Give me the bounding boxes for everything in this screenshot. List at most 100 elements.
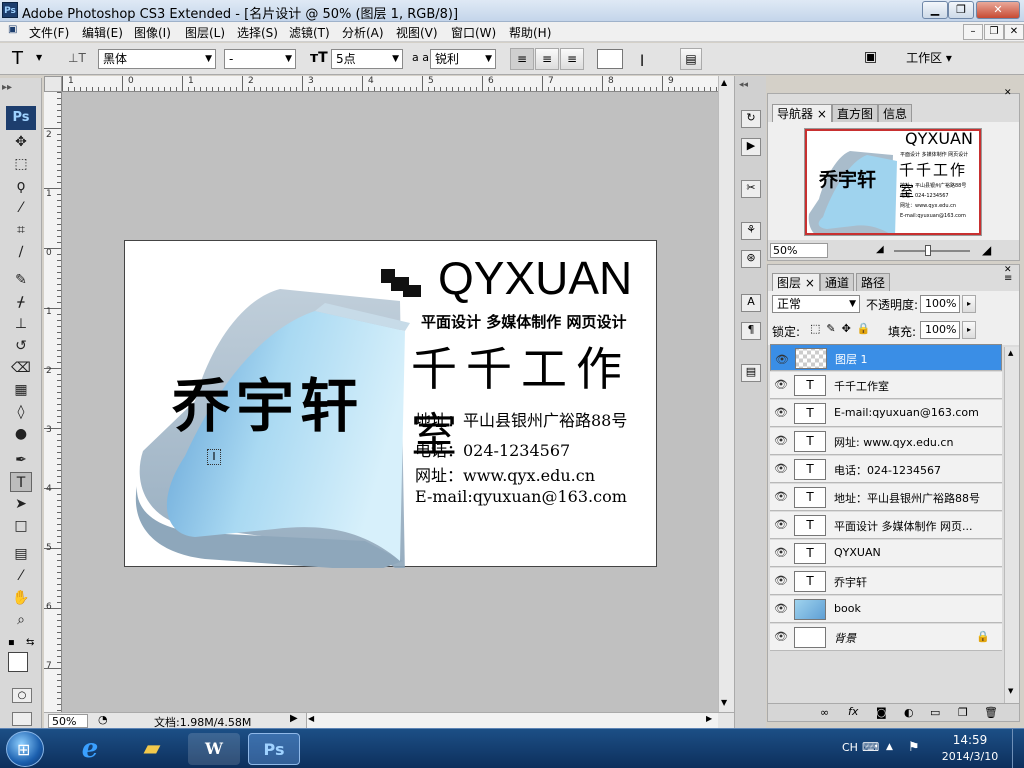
brush-tool-icon[interactable]: ᚋ bbox=[10, 292, 32, 312]
expand-arrows-icon[interactable]: ◂◂ bbox=[739, 80, 748, 90]
healing-brush-tool-icon[interactable]: ✎ bbox=[10, 270, 32, 290]
doc-menu-icon[interactable]: ▣ bbox=[8, 24, 17, 35]
doc-minimize-button[interactable]: – bbox=[963, 24, 983, 40]
antialias-select[interactable]: 锐利 ▼ bbox=[430, 49, 496, 69]
hand-tool-icon[interactable]: ✋ bbox=[10, 588, 32, 608]
layer-style-icon[interactable]: fx bbox=[848, 705, 858, 718]
clock-time[interactable]: 14:59 bbox=[940, 733, 1000, 747]
panel-menu-icon[interactable]: ≡ bbox=[1004, 273, 1012, 284]
rectangle-tool-icon[interactable]: □ bbox=[10, 516, 32, 536]
text-color-swatch[interactable] bbox=[597, 49, 623, 69]
paragraph-panel-icon[interactable]: ¶ bbox=[741, 322, 761, 340]
align-left-button[interactable]: ≡ bbox=[510, 48, 534, 70]
close-button[interactable]: ✕ bbox=[976, 1, 1020, 19]
menu-layer[interactable]: 图层(L) bbox=[185, 24, 225, 41]
brushes-panel-icon[interactable]: ⚘ bbox=[741, 222, 761, 240]
new-group-icon[interactable]: ▭ bbox=[930, 706, 940, 719]
scroll-down-icon[interactable]: ▼ bbox=[1008, 687, 1013, 695]
scroll-up-icon[interactable]: ▲ bbox=[1008, 349, 1013, 357]
menu-view[interactable]: 视图(V) bbox=[396, 24, 438, 41]
tab-paths[interactable]: 路径 bbox=[856, 273, 891, 291]
layer-row[interactable]: 👁 T 平面设计 多媒体制作 网页... bbox=[770, 512, 1002, 539]
start-button[interactable]: ⊞ bbox=[6, 731, 44, 767]
show-hidden-icons-icon[interactable]: ▲ bbox=[886, 742, 893, 752]
navigator-view-box[interactable] bbox=[805, 129, 981, 235]
layer-row[interactable]: 👁 T 乔宇轩 bbox=[770, 568, 1002, 595]
tab-histogram[interactable]: 直方图 bbox=[832, 104, 879, 122]
menu-image[interactable]: 图像(I) bbox=[134, 24, 171, 41]
layer-row[interactable]: 👁 T 电话：024-1234567 bbox=[770, 456, 1002, 483]
horizontal-scrollbar[interactable] bbox=[306, 713, 718, 728]
menu-select[interactable]: 选择(S) bbox=[237, 24, 278, 41]
minimize-button[interactable]: ▁ bbox=[922, 1, 948, 19]
history-brush-tool-icon[interactable]: ↺ bbox=[10, 336, 32, 356]
menu-analysis[interactable]: 分析(A) bbox=[342, 24, 384, 41]
tab-channels[interactable]: 通道 bbox=[820, 273, 855, 291]
default-colors-icon[interactable]: ◾ bbox=[8, 638, 15, 648]
menu-edit[interactable]: 编辑(E) bbox=[82, 24, 123, 41]
layer-row[interactable]: 👁 图层 1 bbox=[770, 344, 1002, 371]
photoshop-app-icon[interactable]: Ps bbox=[2, 2, 18, 18]
font-family-select[interactable]: 黑体 ▼ bbox=[98, 49, 216, 69]
move-tool-icon[interactable]: ✥ bbox=[10, 132, 32, 152]
workspace-button[interactable]: 工作区 ▾ bbox=[898, 48, 960, 70]
scroll-right-icon[interactable]: ▶ bbox=[706, 714, 712, 723]
clone-source-icon[interactable]: ⊛ bbox=[741, 250, 761, 268]
scroll-left-icon[interactable]: ◀ bbox=[308, 714, 314, 723]
scroll-up-icon[interactable]: ▲ bbox=[721, 78, 727, 87]
visibility-eye-icon[interactable]: 👁 bbox=[774, 602, 788, 615]
layer-row[interactable]: 👁 T E-mail:qyuxuan@163.com bbox=[770, 400, 1002, 427]
menu-window[interactable]: 窗口(W) bbox=[451, 24, 496, 41]
crop-tool-icon[interactable]: ⌗ bbox=[10, 220, 32, 240]
blend-mode-select[interactable]: 正常 ▼ bbox=[772, 295, 860, 313]
actions-panel-icon[interactable]: ▶ bbox=[741, 138, 761, 156]
visibility-eye-icon[interactable]: 👁 bbox=[774, 574, 788, 587]
navigator-zoom-field[interactable]: 50% bbox=[770, 243, 828, 258]
vertical-ruler[interactable]: 2 1 0 1 2 3 4 5 6 7 bbox=[44, 92, 62, 712]
menu-file[interactable]: 文件(F) bbox=[29, 24, 69, 41]
new-layer-icon[interactable]: ❐ bbox=[958, 706, 968, 719]
layer-row[interactable]: 👁 T 地址：平山县银州广裕路88号 bbox=[770, 484, 1002, 511]
visibility-eye-icon[interactable]: 👁 bbox=[774, 378, 788, 391]
align-right-button[interactable]: ≡ bbox=[560, 48, 584, 70]
opacity-field[interactable]: 100% bbox=[920, 295, 960, 313]
notes-tool-icon[interactable]: ▤ bbox=[10, 544, 32, 564]
close-icon[interactable]: × bbox=[805, 276, 815, 290]
photoshop-logo[interactable]: Ps bbox=[6, 106, 36, 130]
layer-row[interactable]: 👁 book bbox=[770, 596, 1002, 623]
doc-close-button[interactable]: ✕ bbox=[1004, 24, 1024, 40]
zoom-out-icon[interactable]: ◢ bbox=[876, 244, 884, 255]
visibility-eye-icon[interactable]: 👁 bbox=[774, 462, 788, 475]
navigator-thumbnail[interactable]: 乔宇轩 QYXUAN 平面设计 多媒体制作 网页设计 千千工作室 地址：平山县银… bbox=[804, 128, 982, 236]
path-selection-tool-icon[interactable]: ➤ bbox=[10, 494, 32, 514]
type-tool-icon[interactable]: T bbox=[10, 472, 32, 492]
menu-filter[interactable]: 滤镜(T) bbox=[289, 24, 330, 41]
align-center-button[interactable]: ≡ bbox=[535, 48, 559, 70]
visibility-eye-icon[interactable]: 👁 bbox=[774, 546, 788, 559]
file-explorer-icon[interactable]: ▰ bbox=[126, 733, 178, 765]
zoom-tool-icon[interactable]: ⌕ bbox=[10, 610, 32, 630]
marquee-tool-icon[interactable]: ⬚ bbox=[10, 154, 32, 174]
pen-tool-icon[interactable]: ✒ bbox=[10, 450, 32, 470]
lasso-tool-icon[interactable]: ϙ bbox=[10, 176, 32, 196]
panel-close-icon[interactable]: ✕ bbox=[1004, 88, 1012, 98]
business-card-document[interactable]: 乔宇轩 QYXUAN 平面设计 多媒体制作 网页设计 千千工作室 地址：平山县银… bbox=[124, 240, 657, 568]
keyboard-icon[interactable]: ⌨ bbox=[862, 740, 879, 754]
layer-row[interactable]: 👁 背景 🔒 bbox=[770, 624, 1002, 651]
maximize-button[interactable]: ❐ bbox=[948, 1, 974, 19]
zoom-slider[interactable] bbox=[894, 250, 970, 252]
eraser-tool-icon[interactable]: ⌫ bbox=[10, 358, 32, 378]
show-desktop-button[interactable] bbox=[1012, 729, 1024, 768]
foreground-color-swatch[interactable] bbox=[8, 652, 28, 672]
input-language[interactable]: CH bbox=[842, 741, 858, 754]
character-panel-icon[interactable]: A bbox=[741, 294, 761, 312]
trash-icon[interactable]: 🗑 bbox=[984, 706, 998, 719]
doc-restore-button[interactable]: ❐ bbox=[984, 24, 1004, 40]
fill-slider-button[interactable]: ▸ bbox=[962, 321, 976, 339]
visibility-eye-icon[interactable]: 👁 bbox=[774, 406, 788, 419]
quick-mask-icon[interactable]: ○ bbox=[12, 688, 32, 703]
text-orientation-icon[interactable]: ⊥T bbox=[68, 51, 86, 65]
font-style-select[interactable]: - ▼ bbox=[224, 49, 296, 69]
visibility-eye-icon[interactable]: 👁 bbox=[774, 518, 788, 531]
layer-row[interactable]: 👁 T 千千工作室 bbox=[770, 372, 1002, 399]
